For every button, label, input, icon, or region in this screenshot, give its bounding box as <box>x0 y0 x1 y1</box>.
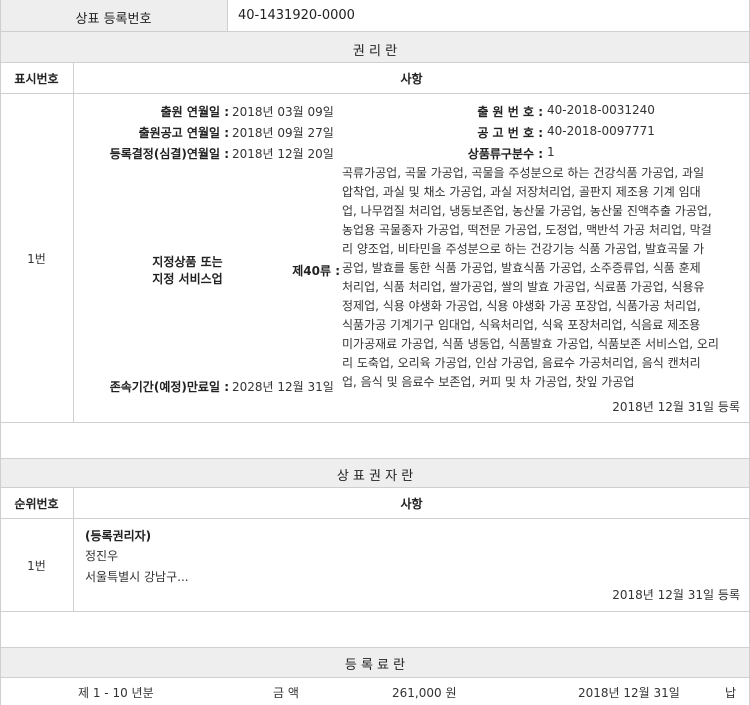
holder-address: 서울특별시 강남구... <box>85 570 189 584</box>
goods-line: 압착업, 과실 및 채소 가공업, 과실 저장처리업, 골판지 제조용 기계 임… <box>342 185 701 199</box>
fee-section-title: 등 록 료 란 <box>344 658 406 673</box>
divider <box>0 518 750 519</box>
filing-date: 2018년 03월 09일 <box>232 105 334 119</box>
holder-row-number: 1번 <box>27 559 46 573</box>
divider <box>0 422 750 423</box>
goods-line: 식품가공 기계기구 임대업, 식육처리업, 식육 포장처리업, 식음료 제조용 <box>342 318 701 332</box>
fee-status: 납 <box>725 686 737 700</box>
divider <box>0 677 750 678</box>
rights-registration-note: 2018년 12월 31일 등록 <box>612 400 740 414</box>
goods-label-line2: 지정 서비스업 <box>152 272 223 286</box>
holder-col-number: 순위번호 <box>14 497 59 511</box>
goods-line: 업, 음식 및 음료수 보존업, 커피 및 차 가공업, 찻잎 가공업 <box>342 375 635 389</box>
goods-list: 곡류가공업, 곡물 가공업, 곡물을 주성분으로 하는 건강식품 가공업, 과일… <box>342 164 742 392</box>
pub-number-label: 공 고 번 호 : <box>477 126 543 140</box>
decision-date: 2018년 12월 20일 <box>232 147 334 161</box>
divider <box>0 611 750 612</box>
divider <box>0 458 750 459</box>
reg-number-label: 상표 등록번호 <box>75 12 152 27</box>
goods-line: 농업용 곡물종자 가공업, 떡전문 가공업, 도정업, 맥반석 가공 처리업, … <box>342 223 712 237</box>
holder-col-item: 사항 <box>400 497 423 511</box>
pub-date: 2018년 09월 27일 <box>232 126 334 140</box>
goods-line: 리 양조업, 비타민을 주성분으로 하는 건강기능 식품 가공업, 발효곡물 가 <box>342 242 705 256</box>
goods-line: 공업, 발효를 통한 식품 가공업, 발효식품 가공업, 소주증류업, 식품 훈… <box>342 261 701 275</box>
decision-date-label: 등록결정(심결)연월일 : <box>109 147 229 161</box>
holder-kind: (등록권리자) <box>85 529 152 543</box>
fee-period: 제 1 - 10 년분 <box>78 686 154 700</box>
filing-number: 40-2018-0031240 <box>547 103 655 117</box>
holder-registration-note: 2018년 12월 31일 등록 <box>612 588 740 602</box>
pub-number: 40-2018-0097771 <box>547 124 655 138</box>
divider <box>73 63 74 422</box>
divider <box>0 487 750 488</box>
divider <box>227 0 228 31</box>
rights-col-item: 사항 <box>400 72 423 86</box>
class-label: 제40류 : <box>292 264 340 278</box>
divider <box>0 647 750 648</box>
filing-number-label: 출 원 번 호 : <box>477 105 543 119</box>
goods-line: 리 도축업, 오리육 가공업, 인삼 가공업, 음료수 가공처리업, 음식 캔처… <box>342 356 701 370</box>
frame-border <box>0 0 1 705</box>
pub-date-label: 출원공고 연월일 : <box>138 126 229 140</box>
goods-line: 정제업, 식용 야생화 가공업, 식용 야생화 가공 포장업, 식품가공 처리업… <box>342 299 701 313</box>
class-count: 1 <box>547 145 555 159</box>
goods-line: 미가공재료 가공업, 식품 냉동업, 식품발효 가공업, 식품보존 서비스업, … <box>342 337 719 351</box>
expiry-date: 2028년 12월 31일 <box>232 380 334 394</box>
goods-line: 곡류가공업, 곡물 가공업, 곡물을 주성분으로 하는 건강식품 가공업, 과일 <box>342 166 705 180</box>
rights-row-number: 1번 <box>27 252 46 266</box>
fee-date: 2018년 12월 31일 <box>578 686 680 700</box>
rights-col-number: 표시번호 <box>14 72 59 86</box>
fee-amount-label: 금 액 <box>273 686 299 700</box>
fee-amount: 261,000 원 <box>392 686 457 700</box>
class-count-label: 상품류구분수 : <box>467 147 543 161</box>
rights-section-title: 권 리 란 <box>352 44 398 59</box>
holder-name: 정진우 <box>85 549 119 563</box>
divider <box>0 62 750 63</box>
goods-line: 처리업, 식품 처리업, 쌀가공업, 쌀의 발효 가공업, 식료품 가공업, 식… <box>342 280 705 294</box>
filing-date-label: 출원 연월일 : <box>160 105 229 119</box>
goods-label-line1: 지정상품 또는 <box>152 255 223 269</box>
goods-line: 업, 나무껍질 처리업, 냉동보존업, 농산물 가공업, 농산물 진액추출 가공… <box>342 204 712 218</box>
divider <box>73 488 74 611</box>
reg-number-value: 40-1431920-0000 <box>238 8 355 23</box>
holder-section-title: 상 표 권 자 란 <box>336 469 414 484</box>
divider <box>0 93 750 94</box>
expiry-label: 존속기간(예정)만료일 : <box>109 380 229 394</box>
